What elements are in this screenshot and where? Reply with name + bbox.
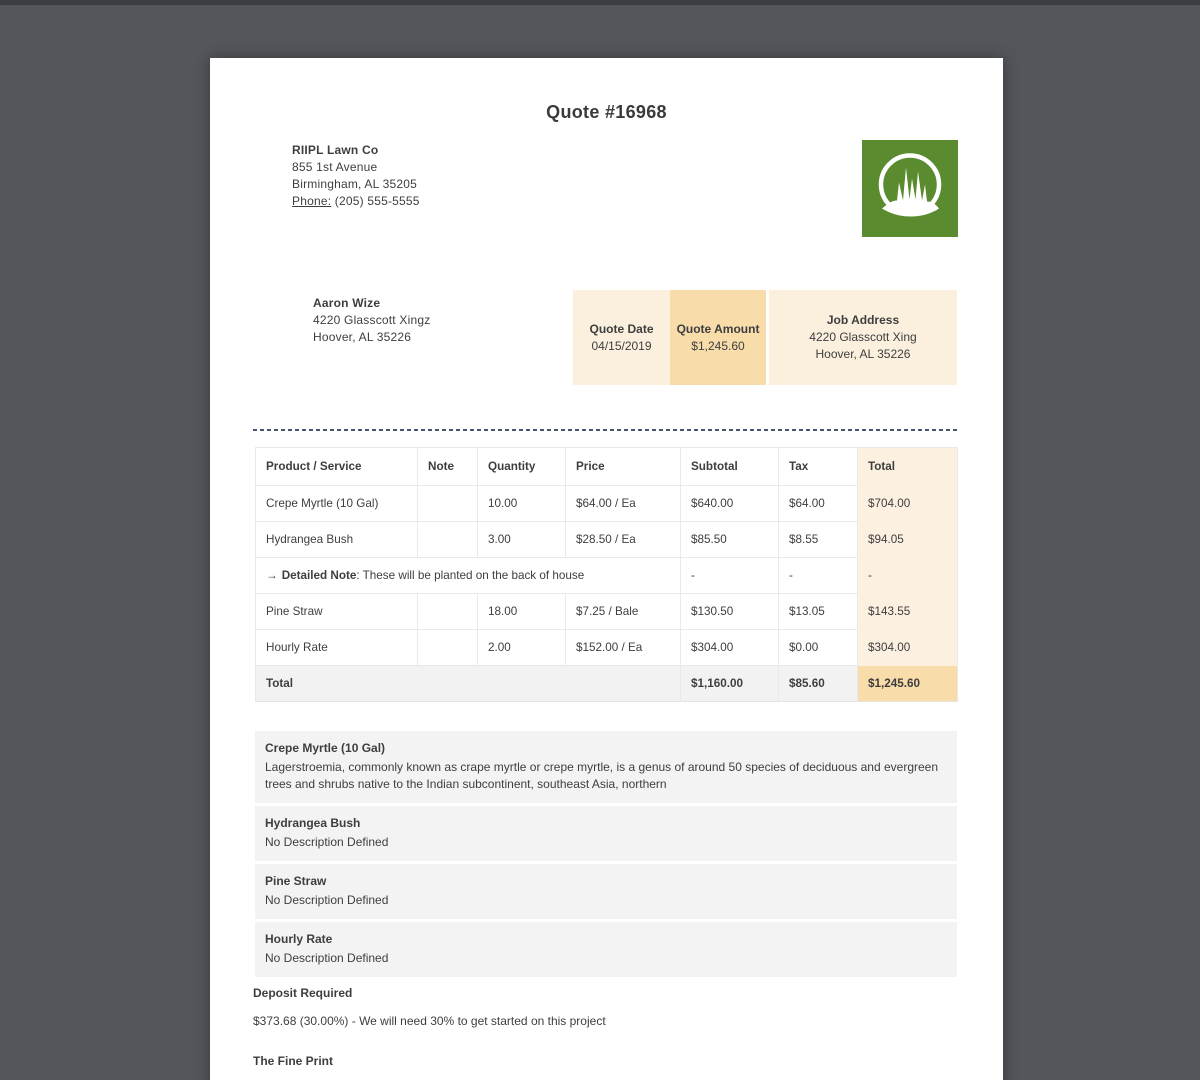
quote-summary-boxes: Quote Date 04/15/2019 Quote Amount $1,24…	[573, 290, 957, 385]
table-header-row: Product / Service Note Quantity Price Su…	[256, 448, 958, 486]
cell-quantity: 18.00	[478, 594, 566, 630]
note-row-tax: -	[779, 558, 858, 594]
header-product: Product / Service	[256, 448, 418, 486]
phone-value: (205) 555-5555	[335, 194, 420, 208]
customer-info-block: Aaron Wize 4220 Glasscott Xingz Hoover, …	[313, 295, 430, 346]
total-row-subtotal: $1,160.00	[681, 666, 779, 702]
grass-circle-icon	[862, 138, 958, 240]
cell-total: $94.05	[858, 522, 958, 558]
cell-quantity: 2.00	[478, 630, 566, 666]
cell-note	[418, 522, 478, 558]
company-address-line1: 855 1st Avenue	[292, 159, 420, 176]
company-name: RIIPL Lawn Co	[292, 142, 420, 159]
total-row-tax: $85.60	[779, 666, 858, 702]
header-total: Total	[858, 448, 958, 486]
cell-product: Hydrangea Bush	[256, 522, 418, 558]
job-address-box: Job Address 4220 Glasscott Xing Hoover, …	[769, 290, 957, 385]
note-row-subtotal: -	[681, 558, 779, 594]
quote-date-label: Quote Date	[589, 321, 653, 338]
quote-date-value: 04/15/2019	[591, 338, 651, 355]
quote-date-box: Quote Date 04/15/2019	[573, 290, 670, 385]
cell-quantity: 3.00	[478, 522, 566, 558]
description-text: No Description Defined	[265, 950, 947, 967]
detailed-note-row: → Detailed Note: These will be planted on…	[256, 558, 958, 594]
quote-document-page: Quote #16968 RIIPL Lawn Co 855 1st Avenu…	[210, 58, 1003, 1080]
fine-print-title: The Fine Print	[253, 1054, 333, 1068]
header-note: Note	[418, 448, 478, 486]
cell-tax: $13.05	[779, 594, 858, 630]
total-row-grand-total: $1,245.60	[858, 666, 958, 702]
description-section: Crepe Myrtle (10 Gal) Lagerstroemia, com…	[255, 731, 957, 803]
arrow-right-icon: →	[266, 569, 278, 582]
description-text: No Description Defined	[265, 834, 947, 851]
cell-tax: $64.00	[779, 486, 858, 522]
cell-subtotal: $85.50	[681, 522, 779, 558]
total-row-label: Total	[256, 666, 681, 702]
page-title: Quote #16968	[210, 102, 1003, 123]
description-title: Hourly Rate	[265, 931, 947, 947]
job-address-line1: 4220 Glasscott Xing	[809, 329, 916, 346]
table-row: Crepe Myrtle (10 Gal) 10.00 $64.00 / Ea …	[256, 486, 958, 522]
description-section: Pine Straw No Description Defined	[255, 864, 957, 919]
quote-amount-value: $1,245.60	[691, 338, 744, 355]
cell-note	[418, 594, 478, 630]
table-total-row: Total $1,160.00 $85.60 $1,245.60	[256, 666, 958, 702]
cell-price: $7.25 / Bale	[566, 594, 681, 630]
deposit-required-text: $373.68 (30.00%) - We will need 30% to g…	[253, 1014, 606, 1028]
header-price: Price	[566, 448, 681, 486]
phone-label: Phone:	[292, 194, 331, 208]
header-subtotal: Subtotal	[681, 448, 779, 486]
description-section: Hourly Rate No Description Defined	[255, 922, 957, 977]
cell-note	[418, 630, 478, 666]
table-row: Hydrangea Bush 3.00 $28.50 / Ea $85.50 $…	[256, 522, 958, 558]
product-descriptions: Crepe Myrtle (10 Gal) Lagerstroemia, com…	[255, 731, 957, 980]
cell-price: $28.50 / Ea	[566, 522, 681, 558]
customer-address-line1: 4220 Glasscott Xingz	[313, 312, 430, 329]
description-title: Hydrangea Bush	[265, 815, 947, 831]
cell-product: Hourly Rate	[256, 630, 418, 666]
cell-total: $304.00	[858, 630, 958, 666]
cell-subtotal: $304.00	[681, 630, 779, 666]
cell-total: $704.00	[858, 486, 958, 522]
viewer-top-edge	[0, 0, 1200, 5]
cell-price: $152.00 / Ea	[566, 630, 681, 666]
cell-note	[418, 486, 478, 522]
description-section: Hydrangea Bush No Description Defined	[255, 806, 957, 861]
cell-price: $64.00 / Ea	[566, 486, 681, 522]
detailed-note-text: : These will be planted on the back of h…	[356, 569, 584, 582]
cell-product: Pine Straw	[256, 594, 418, 630]
job-address-label: Job Address	[827, 312, 899, 329]
line-items-table: Product / Service Note Quantity Price Su…	[255, 447, 958, 702]
table-row: Hourly Rate 2.00 $152.00 / Ea $304.00 $0…	[256, 630, 958, 666]
table-row: Pine Straw 18.00 $7.25 / Bale $130.50 $1…	[256, 594, 958, 630]
deposit-required-title: Deposit Required	[253, 986, 352, 1000]
company-phone-line: Phone: (205) 555-5555	[292, 193, 420, 210]
note-row-total: -	[858, 558, 958, 594]
cell-quantity: 10.00	[478, 486, 566, 522]
dashed-separator	[253, 429, 957, 431]
cell-subtotal: $640.00	[681, 486, 779, 522]
description-title: Pine Straw	[265, 873, 947, 889]
detailed-note-label: Detailed Note	[282, 569, 357, 582]
company-info-block: RIIPL Lawn Co 855 1st Avenue Birmingham,…	[292, 142, 420, 210]
job-address-line2: Hoover, AL 35226	[816, 346, 911, 363]
cell-tax: $8.55	[779, 522, 858, 558]
company-logo	[862, 140, 958, 237]
header-quantity: Quantity	[478, 448, 566, 486]
description-title: Crepe Myrtle (10 Gal)	[265, 740, 947, 756]
quote-amount-label: Quote Amount	[677, 321, 760, 338]
quote-amount-box: Quote Amount $1,245.60	[670, 290, 766, 385]
cell-product: Crepe Myrtle (10 Gal)	[256, 486, 418, 522]
description-text: No Description Defined	[265, 892, 947, 909]
customer-address-line2: Hoover, AL 35226	[313, 329, 430, 346]
header-tax: Tax	[779, 448, 858, 486]
cell-total: $143.55	[858, 594, 958, 630]
cell-subtotal: $130.50	[681, 594, 779, 630]
description-text: Lagerstroemia, commonly known as crape m…	[265, 759, 947, 793]
detailed-note-cell: → Detailed Note: These will be planted on…	[256, 558, 681, 594]
company-address-line2: Birmingham, AL 35205	[292, 176, 420, 193]
cell-tax: $0.00	[779, 630, 858, 666]
customer-name: Aaron Wize	[313, 295, 430, 312]
